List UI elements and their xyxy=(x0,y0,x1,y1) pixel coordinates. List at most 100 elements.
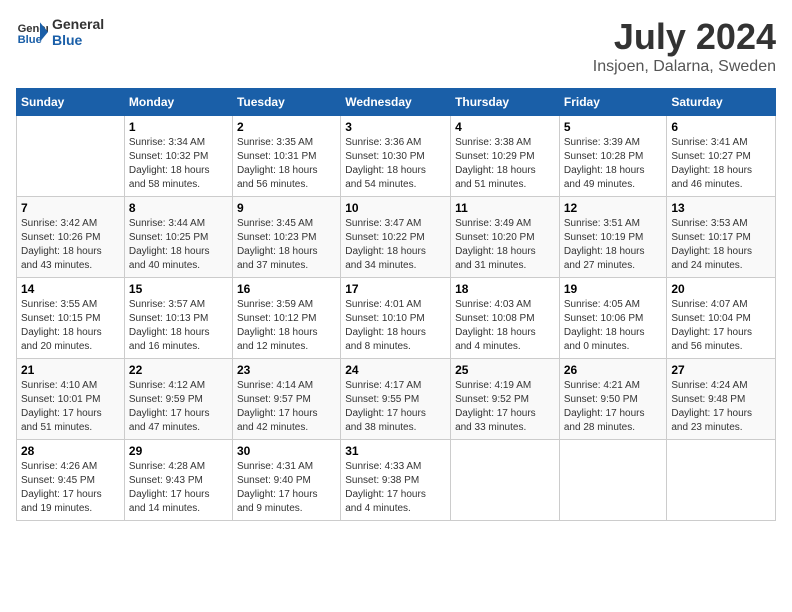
day-number: 9 xyxy=(237,201,336,215)
calendar-cell: 7 Sunrise: 3:42 AM Sunset: 10:26 PM Dayli… xyxy=(17,197,125,278)
day-info: Sunrise: 4:14 AM Sunset: 9:57 PM Dayligh… xyxy=(237,379,336,435)
calendar-cell: 26Sunrise: 4:21 AM Sunset: 9:50 PM Dayli… xyxy=(559,359,667,440)
day-info: Sunrise: 4:26 AM Sunset: 9:45 PM Dayligh… xyxy=(21,460,120,516)
day-number: 25 xyxy=(455,363,555,377)
calendar-cell: 20Sunrise: 4:07 AM Sunset: 10:04 PM Dayl… xyxy=(667,278,776,359)
day-info: Sunrise: 3:55 AM Sunset: 10:15 PM Daylig… xyxy=(21,298,120,354)
day-number: 19 xyxy=(564,282,663,296)
svg-text:Blue: Blue xyxy=(18,34,42,46)
day-info: Sunrise: 4:28 AM Sunset: 9:43 PM Dayligh… xyxy=(129,460,228,516)
calendar-cell: 28 Sunrise: 4:26 AM Sunset: 9:45 PM Dayli… xyxy=(17,440,125,521)
calendar-cell: 22 Sunrise: 4:12 AM Sunset: 9:59 PM Dayli… xyxy=(124,359,232,440)
calendar-cell: 9 Sunrise: 3:45 AM Sunset: 10:23 PM Dayli… xyxy=(232,197,340,278)
calendar-header-row: SundayMondayTuesdayWednesdayThursdayFrid… xyxy=(17,89,776,116)
day-number: 24 xyxy=(345,363,446,377)
calendar-subtitle: Insjoen, Dalarna, Sweden xyxy=(593,58,776,76)
day-number: 20 xyxy=(671,282,771,296)
day-number: 1 xyxy=(129,120,228,134)
calendar-cell: 29 Sunrise: 4:28 AM Sunset: 9:43 PM Dayli… xyxy=(124,440,232,521)
day-number: 12 xyxy=(564,201,663,215)
calendar-cell: 16Sunrise: 3:59 AM Sunset: 10:12 PM Dayl… xyxy=(232,278,340,359)
calendar-week-4: 21 Sunrise: 4:10 AM Sunset: 10:01 PM Dayl… xyxy=(17,359,776,440)
day-info: Sunrise: 4:19 AM Sunset: 9:52 PM Dayligh… xyxy=(455,379,555,435)
day-info: Sunrise: 3:51 AM Sunset: 10:19 PM Daylig… xyxy=(564,217,663,273)
calendar-cell xyxy=(17,116,125,197)
day-number: 28 xyxy=(21,444,120,458)
calendar-cell xyxy=(451,440,560,521)
calendar-cell: 1Sunrise: 3:34 AM Sunset: 10:32 PM Dayli… xyxy=(124,116,232,197)
weekday-header-monday: Monday xyxy=(124,89,232,116)
calendar-cell: 15Sunrise: 3:57 AM Sunset: 10:13 PM Dayl… xyxy=(124,278,232,359)
calendar-cell: 13 Sunrise: 3:53 AM Sunset: 10:17 PM Dayl… xyxy=(667,197,776,278)
logo-text-general: General xyxy=(52,16,104,32)
day-number: 21 xyxy=(21,363,120,377)
day-number: 17 xyxy=(345,282,446,296)
calendar-cell: 14Sunrise: 3:55 AM Sunset: 10:15 PM Dayl… xyxy=(17,278,125,359)
day-info: Sunrise: 3:35 AM Sunset: 10:31 PM Daylig… xyxy=(237,136,336,192)
weekday-header-friday: Friday xyxy=(559,89,667,116)
day-info: Sunrise: 3:53 AM Sunset: 10:17 PM Daylig… xyxy=(671,217,771,273)
calendar-cell: 23 Sunrise: 4:14 AM Sunset: 9:57 PM Dayli… xyxy=(232,359,340,440)
day-info: Sunrise: 4:01 AM Sunset: 10:10 PM Daylig… xyxy=(345,298,446,354)
day-info: Sunrise: 3:36 AM Sunset: 10:30 PM Daylig… xyxy=(345,136,446,192)
calendar-cell: 11 Sunrise: 3:49 AM Sunset: 10:20 PM Dayl… xyxy=(451,197,560,278)
day-number: 29 xyxy=(129,444,228,458)
calendar-cell: 31Sunrise: 4:33 AM Sunset: 9:38 PM Dayli… xyxy=(341,440,451,521)
calendar-title: July 2024 xyxy=(593,16,776,58)
day-info: Sunrise: 4:03 AM Sunset: 10:08 PM Daylig… xyxy=(455,298,555,354)
day-number: 31 xyxy=(345,444,446,458)
calendar-table: SundayMondayTuesdayWednesdayThursdayFrid… xyxy=(16,88,776,521)
weekday-header-tuesday: Tuesday xyxy=(232,89,340,116)
day-info: Sunrise: 4:10 AM Sunset: 10:01 PM Daylig… xyxy=(21,379,120,435)
day-info: Sunrise: 3:41 AM Sunset: 10:27 PM Daylig… xyxy=(671,136,771,192)
day-info: Sunrise: 4:21 AM Sunset: 9:50 PM Dayligh… xyxy=(564,379,663,435)
day-info: Sunrise: 3:38 AM Sunset: 10:29 PM Daylig… xyxy=(455,136,555,192)
day-number: 8 xyxy=(129,201,228,215)
calendar-cell: 18 Sunrise: 4:03 AM Sunset: 10:08 PM Dayl… xyxy=(451,278,560,359)
day-info: Sunrise: 3:45 AM Sunset: 10:23 PM Daylig… xyxy=(237,217,336,273)
calendar-week-3: 14Sunrise: 3:55 AM Sunset: 10:15 PM Dayl… xyxy=(17,278,776,359)
calendar-cell: 5Sunrise: 3:39 AM Sunset: 10:28 PM Dayli… xyxy=(559,116,667,197)
day-info: Sunrise: 3:57 AM Sunset: 10:13 PM Daylig… xyxy=(129,298,228,354)
logo-icon: General Blue xyxy=(16,16,48,48)
calendar-cell: 6 Sunrise: 3:41 AM Sunset: 10:27 PM Dayli… xyxy=(667,116,776,197)
day-number: 5 xyxy=(564,120,663,134)
day-info: Sunrise: 3:44 AM Sunset: 10:25 PM Daylig… xyxy=(129,217,228,273)
day-number: 18 xyxy=(455,282,555,296)
weekday-header-thursday: Thursday xyxy=(451,89,560,116)
title-section: July 2024 Insjoen, Dalarna, Sweden xyxy=(593,16,776,76)
day-number: 23 xyxy=(237,363,336,377)
day-number: 22 xyxy=(129,363,228,377)
calendar-cell: 30Sunrise: 4:31 AM Sunset: 9:40 PM Dayli… xyxy=(232,440,340,521)
calendar-cell: 2 Sunrise: 3:35 AM Sunset: 10:31 PM Dayli… xyxy=(232,116,340,197)
day-number: 7 xyxy=(21,201,120,215)
calendar-cell: 24Sunrise: 4:17 AM Sunset: 9:55 PM Dayli… xyxy=(341,359,451,440)
calendar-cell: 27Sunrise: 4:24 AM Sunset: 9:48 PM Dayli… xyxy=(667,359,776,440)
calendar-cell: 8 Sunrise: 3:44 AM Sunset: 10:25 PM Dayli… xyxy=(124,197,232,278)
day-number: 13 xyxy=(671,201,771,215)
day-number: 11 xyxy=(455,201,555,215)
day-info: Sunrise: 4:05 AM Sunset: 10:06 PM Daylig… xyxy=(564,298,663,354)
day-info: Sunrise: 3:49 AM Sunset: 10:20 PM Daylig… xyxy=(455,217,555,273)
day-info: Sunrise: 3:47 AM Sunset: 10:22 PM Daylig… xyxy=(345,217,446,273)
logo: General Blue General Blue xyxy=(16,16,104,48)
calendar-cell: 17 Sunrise: 4:01 AM Sunset: 10:10 PM Dayl… xyxy=(341,278,451,359)
weekday-header-saturday: Saturday xyxy=(667,89,776,116)
calendar-cell: 21 Sunrise: 4:10 AM Sunset: 10:01 PM Dayl… xyxy=(17,359,125,440)
calendar-cell: 25 Sunrise: 4:19 AM Sunset: 9:52 PM Dayli… xyxy=(451,359,560,440)
day-number: 2 xyxy=(237,120,336,134)
weekday-header-wednesday: Wednesday xyxy=(341,89,451,116)
day-number: 4 xyxy=(455,120,555,134)
day-info: Sunrise: 3:59 AM Sunset: 10:12 PM Daylig… xyxy=(237,298,336,354)
day-info: Sunrise: 4:24 AM Sunset: 9:48 PM Dayligh… xyxy=(671,379,771,435)
day-info: Sunrise: 3:42 AM Sunset: 10:26 PM Daylig… xyxy=(21,217,120,273)
day-info: Sunrise: 4:12 AM Sunset: 9:59 PM Dayligh… xyxy=(129,379,228,435)
calendar-week-1: 1Sunrise: 3:34 AM Sunset: 10:32 PM Dayli… xyxy=(17,116,776,197)
page-header: General Blue General Blue July 2024 Insj… xyxy=(16,16,776,76)
calendar-cell xyxy=(667,440,776,521)
calendar-cell: 12 Sunrise: 3:51 AM Sunset: 10:19 PM Dayl… xyxy=(559,197,667,278)
day-number: 6 xyxy=(671,120,771,134)
day-number: 3 xyxy=(345,120,446,134)
calendar-cell xyxy=(559,440,667,521)
calendar-cell: 19 Sunrise: 4:05 AM Sunset: 10:06 PM Dayl… xyxy=(559,278,667,359)
